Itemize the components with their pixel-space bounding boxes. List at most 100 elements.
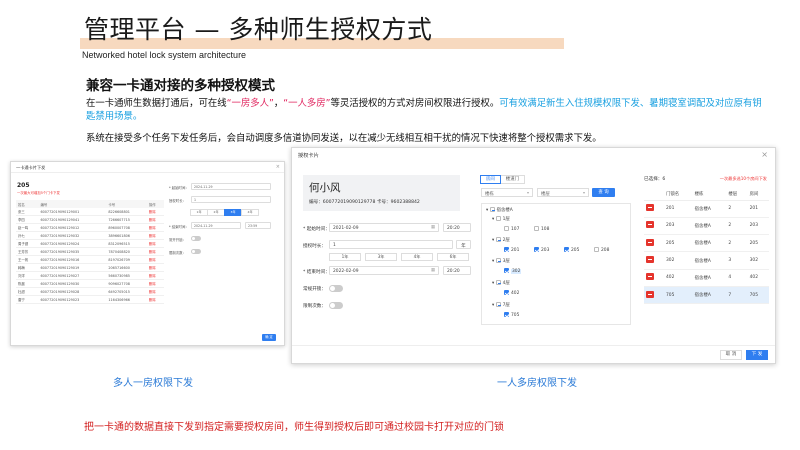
period-input[interactable]: 1 xyxy=(329,240,453,249)
cell-action xyxy=(644,234,664,253)
period-segments: 1年 2年 3年 4年 xyxy=(190,209,259,216)
delete-link[interactable]: 删除 xyxy=(146,215,164,225)
delete-link[interactable]: 删除 xyxy=(146,223,164,233)
checkbox[interactable] xyxy=(495,280,501,285)
cell-lock-name: 205 xyxy=(664,234,693,253)
cell-action xyxy=(644,286,664,305)
checkbox[interactable] xyxy=(504,290,509,295)
checkbox[interactable] xyxy=(534,247,539,252)
delete-link[interactable]: 删除 xyxy=(146,231,164,241)
room-number: 205 xyxy=(17,182,30,189)
tab-room[interactable]: 房间 xyxy=(480,175,501,184)
period-input[interactable]: 1 xyxy=(191,196,271,203)
tree-node-room-705[interactable]: 705 xyxy=(504,312,519,318)
checkbox[interactable] xyxy=(495,302,501,307)
period-4y-button[interactable]: 4年 xyxy=(401,253,433,261)
confirm-button[interactable]: 确 定 xyxy=(262,334,276,341)
checkbox[interactable] xyxy=(504,247,509,252)
end-date-input[interactable]: 2024-11-29 xyxy=(191,222,241,229)
delete-link[interactable]: 删除 xyxy=(146,255,164,265)
delete-link[interactable]: 删除 xyxy=(146,271,164,281)
tree-node-floor3[interactable]: ▾ 3层 xyxy=(492,258,510,264)
delete-link[interactable]: 删除 xyxy=(146,247,164,257)
limit-times-toggle[interactable] xyxy=(329,302,343,309)
tree-node-room-108[interactable]: 108 xyxy=(534,226,549,232)
tree-node-room-208[interactable]: 208 xyxy=(594,247,609,253)
issue-button[interactable]: 下 发 xyxy=(746,350,768,360)
cancel-button[interactable]: 取 消 xyxy=(720,350,742,360)
period-1y-button[interactable]: 1年 xyxy=(329,253,361,261)
cell-room: 205 xyxy=(747,234,769,253)
cell-card: 6492705015 xyxy=(106,287,147,297)
checkbox[interactable] xyxy=(504,226,509,231)
tree-node-room-302[interactable]: 302 xyxy=(504,268,522,274)
tree-node-floor2[interactable]: ▾ 2层 xyxy=(492,237,510,243)
tree-node-room-402[interactable]: 402 xyxy=(504,290,519,296)
query-button[interactable]: 查 询 xyxy=(592,188,615,197)
delete-icon[interactable] xyxy=(646,238,654,246)
segment-2[interactable]: 2年 xyxy=(207,209,225,216)
checkbox[interactable] xyxy=(564,247,569,252)
tree-node-floor7[interactable]: ▾ 7层 xyxy=(492,302,510,308)
delete-link[interactable]: 删除 xyxy=(146,295,164,305)
checkbox[interactable] xyxy=(495,237,501,242)
period-3y-button[interactable]: 3年 xyxy=(365,253,397,261)
delete-link[interactable]: 删除 xyxy=(146,263,164,273)
footer-note: 把一卡通的数据直接下发到指定需要授权房间，师生得到授权后即可通过校园卡打开对应的… xyxy=(84,422,504,433)
checkbox[interactable] xyxy=(489,207,495,212)
cell-room: 203 xyxy=(747,217,769,236)
cell-name: 唐宁 xyxy=(16,295,39,305)
para1-text: 在一卡通师生数据打通后，可在线 xyxy=(86,98,227,109)
start-clock-input[interactable]: 20:20 xyxy=(443,223,471,232)
delete-icon[interactable] xyxy=(646,290,654,298)
checkbox[interactable] xyxy=(504,312,509,317)
end-clock-input[interactable]: 20:20 xyxy=(443,266,471,275)
delete-icon[interactable] xyxy=(646,221,654,229)
delete-icon[interactable] xyxy=(646,204,654,212)
segment-3[interactable]: 3年 xyxy=(224,209,242,216)
building-select[interactable]: 楼栋 ▾ xyxy=(481,188,533,197)
col-floor: 楼层 xyxy=(726,188,748,201)
checkbox[interactable] xyxy=(594,247,599,252)
normal-open-toggle[interactable] xyxy=(191,236,201,241)
delete-link[interactable]: 删除 xyxy=(146,208,164,217)
table-row: 刘洋 600772019090129027 5660730985 删除 xyxy=(16,271,164,281)
tree-node-room-201[interactable]: 201 xyxy=(504,247,519,253)
delete-link[interactable]: 删除 xyxy=(146,287,164,297)
start-date-input[interactable]: 2021-02-09 ▦ xyxy=(329,223,439,232)
tree-node-floor4[interactable]: ▾ 4层 xyxy=(492,280,510,286)
tab-corridor-door[interactable]: 楼道门 xyxy=(499,175,525,184)
room-type-tabs: 房间 楼道门 xyxy=(480,175,525,184)
cell-card: 8197026709 xyxy=(106,255,147,265)
checkbox[interactable] xyxy=(534,226,539,231)
delete-icon[interactable] xyxy=(646,256,654,264)
delete-link[interactable]: 删除 xyxy=(146,279,164,289)
checkbox[interactable] xyxy=(495,258,501,263)
period-unit[interactable]: 年 xyxy=(456,240,471,249)
cell-card: 8226608801 xyxy=(106,208,147,217)
delete-link[interactable]: 删除 xyxy=(146,239,164,249)
floor-select[interactable]: 楼层 ▾ xyxy=(537,188,589,197)
normal-open-toggle[interactable] xyxy=(329,285,343,292)
close-icon[interactable]: × xyxy=(761,150,768,159)
dialog-footer: 取 消 下 发 xyxy=(292,345,775,363)
period-6y-button[interactable]: 6年 xyxy=(437,253,469,261)
end-date-input[interactable]: 2022-02-09 ▦ xyxy=(329,266,439,275)
col-room: 房间 xyxy=(747,188,769,201)
tree-node-building[interactable]: ▾ 宿舍楼A xyxy=(486,207,513,213)
segment-1[interactable]: 1年 xyxy=(190,209,208,216)
segment-4[interactable]: 4年 xyxy=(241,209,259,216)
tree-node-floor1[interactable]: ▾ 1层 xyxy=(492,216,510,222)
tree-node-room-205[interactable]: 205 xyxy=(564,247,579,253)
tree-node-room-203[interactable]: 203 xyxy=(534,247,549,253)
checkbox[interactable] xyxy=(504,268,509,273)
start-time-input[interactable]: 2024-11-29 xyxy=(191,183,271,190)
delete-icon[interactable] xyxy=(646,273,654,281)
tree-node-room-107[interactable]: 107 xyxy=(504,226,519,232)
checkbox[interactable] xyxy=(495,216,501,221)
cell-floor: 2 xyxy=(726,234,748,253)
end-clock-input[interactable]: 23:59 xyxy=(245,222,271,229)
period-row: 授权时长： 1 xyxy=(169,195,281,207)
close-icon[interactable]: × xyxy=(276,164,280,170)
limit-times-toggle[interactable] xyxy=(191,249,201,254)
